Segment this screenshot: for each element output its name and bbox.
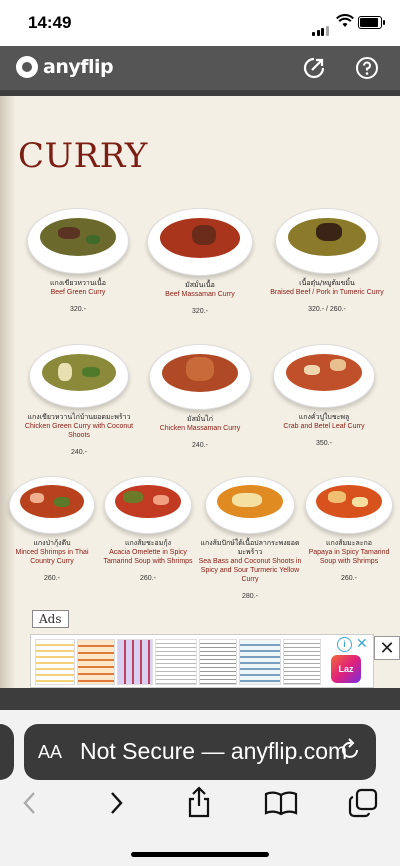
browser-chrome: AA Not Secure — anyflip.com	[0, 710, 400, 866]
ad-thumbnail	[35, 639, 75, 685]
dish-thai-name: แกงเขียวหวานไก่บ้านยอดมะพร้าว	[27, 413, 131, 421]
dish-thai-name: มัสมั่นเนื้อ	[185, 281, 215, 289]
text-size-button[interactable]: AA	[38, 742, 62, 763]
dish-price: 320.-	[192, 308, 208, 315]
dish-price: 260.-	[341, 575, 357, 582]
dish-card: แกงป่ากุ้งดีบ Minced Shrimps in Thai Cou…	[8, 476, 96, 582]
ad-thumbnail	[199, 639, 237, 685]
back-icon[interactable]	[20, 790, 40, 816]
status-time: 14:49	[28, 13, 72, 32]
dish-english-name: Beef Green Curry	[50, 289, 106, 296]
dish-price: 350.-	[316, 440, 332, 447]
ad-choices-close-icon[interactable]: ✕	[356, 635, 368, 652]
ad-close-button[interactable]: ✕	[374, 636, 400, 660]
wifi-icon	[336, 14, 354, 27]
dish-card: แกงเขียวหวานเนื้อ Beef Green Curry 320.-	[18, 208, 138, 313]
forward-icon[interactable]	[106, 790, 126, 816]
dish-english-name: Crab and Betel Leaf Curry	[283, 423, 365, 430]
anyflip-logo-icon	[16, 56, 38, 78]
dish-thai-name: แกงเขียวหวานเนื้อ	[49, 279, 107, 287]
lazada-logo[interactable]: Laz	[331, 655, 361, 683]
page-title: CURRY	[18, 136, 148, 176]
ad-banner[interactable]	[30, 634, 374, 688]
dish-english-name: Chicken Green Curry with Coconut Shoots	[24, 423, 134, 439]
dish-thai-name: แกงส้มปักษ์ใต้เนื้อปลากระพงยอดมะพร้าว	[200, 539, 300, 556]
dish-photo	[29, 344, 129, 408]
address-bar[interactable]: AA Not Secure — anyflip.com	[24, 724, 376, 780]
dish-english-name: Beef Massaman Curry	[165, 291, 235, 298]
home-indicator	[131, 852, 269, 857]
battery-icon	[358, 16, 385, 29]
dish-card: แกงส้มมะละกอ Papaya in Spicy Tamarind So…	[304, 476, 394, 582]
dish-thai-name: แกงคั่วปูใบชะพลู	[298, 413, 350, 421]
bookmarks-icon[interactable]	[264, 790, 298, 816]
ad-thumbnail	[117, 639, 153, 685]
dish-thai-name: แกงป่ากุ้งดีบ	[33, 539, 71, 547]
dish-price: 260.-	[44, 575, 60, 582]
dish-price: 260.-	[140, 575, 156, 582]
menu-page: CURRY แกงเขียวหวานเนื้อ Beef Green Curry…	[0, 96, 400, 696]
anyflip-logo[interactable]: anyflip	[16, 56, 114, 78]
dish-photo	[27, 208, 129, 274]
dish-photo	[273, 344, 375, 408]
dish-thai-name: แกงส้มชะอมกุ้ง	[124, 539, 172, 547]
page-spine	[0, 96, 16, 696]
dish-english-name: Chicken Massaman Curry	[159, 425, 241, 432]
dish-card: แกงส้มปักษ์ใต้เนื้อปลากระพงยอดมะพร้าว Se…	[192, 476, 308, 600]
dish-photo	[104, 476, 192, 534]
share-icon[interactable]	[302, 56, 326, 80]
logo-text: anyflip	[43, 56, 114, 78]
ad-thumbnail	[239, 639, 281, 685]
dish-card: เนื้อตุ๋น/หมูต้มขมิ้น Braised Beef / Por…	[262, 208, 392, 313]
help-icon[interactable]	[355, 56, 379, 80]
dish-photo	[149, 344, 251, 410]
dish-thai-name: แกงส้มมะละกอ	[326, 539, 372, 547]
url-text[interactable]: Not Secure — anyflip.com	[80, 738, 347, 765]
dish-price: 280.-	[242, 593, 258, 600]
dish-english-name: Sea Bass and Coconut Shoots in Spicy and…	[198, 558, 302, 583]
dish-photo	[9, 476, 95, 534]
dish-english-name: Acacia Omelette in Spicy Tamarind Soup w…	[103, 549, 193, 565]
status-bar: 14:49	[0, 0, 400, 46]
dish-thai-name: เนื้อตุ๋น/หมูต้มขมิ้น	[299, 279, 355, 287]
flipbook-toolbar	[0, 688, 400, 710]
dish-photo	[275, 208, 379, 274]
ad-thumbnail	[77, 639, 115, 685]
dish-card: แกงเขียวหวานไก่บ้านยอดมะพร้าว Chicken Gr…	[16, 344, 142, 456]
reload-icon[interactable]	[340, 738, 362, 762]
dish-card: มัสมั่นไก่ Chicken Massaman Curry 240.-	[140, 344, 260, 449]
ads-label: Ads	[32, 610, 69, 628]
dish-english-name: Braised Beef / Pork in Tumeric Curry	[270, 289, 384, 296]
dish-price: 240.-	[192, 442, 208, 449]
dish-price: 320.- / 260.-	[308, 306, 346, 313]
dish-card: แกงคั่วปูใบชะพลู Crab and Betel Leaf Cur…	[264, 344, 384, 447]
ad-thumbnail	[155, 639, 197, 685]
dish-card: แกงส้มชะอมกุ้ง Acacia Omelette in Spicy …	[100, 476, 196, 582]
share-sheet-icon[interactable]	[185, 786, 213, 818]
dish-card: มัสมั่นเนื้อ Beef Massaman Curry 320.-	[140, 208, 260, 315]
dish-english-name: Papaya in Spicy Tamarind Soup with Shrim…	[308, 549, 390, 565]
tabs-icon[interactable]	[348, 788, 378, 818]
dish-photo	[305, 476, 393, 534]
dish-english-name: Minced Shrimps in Thai Country Curry	[15, 549, 89, 565]
dish-price: 320.-	[70, 306, 86, 313]
dish-photo	[205, 476, 295, 534]
ad-thumbnail	[283, 639, 321, 685]
app-bar: anyflip	[0, 46, 400, 90]
dish-photo	[147, 208, 253, 276]
previous-tab-edge[interactable]	[0, 724, 14, 780]
cellular-signal-icon	[312, 18, 330, 36]
dish-price: 240.-	[71, 449, 87, 456]
dish-thai-name: มัสมั่นไก่	[186, 415, 214, 423]
ad-info-icon[interactable]: i	[337, 637, 352, 652]
